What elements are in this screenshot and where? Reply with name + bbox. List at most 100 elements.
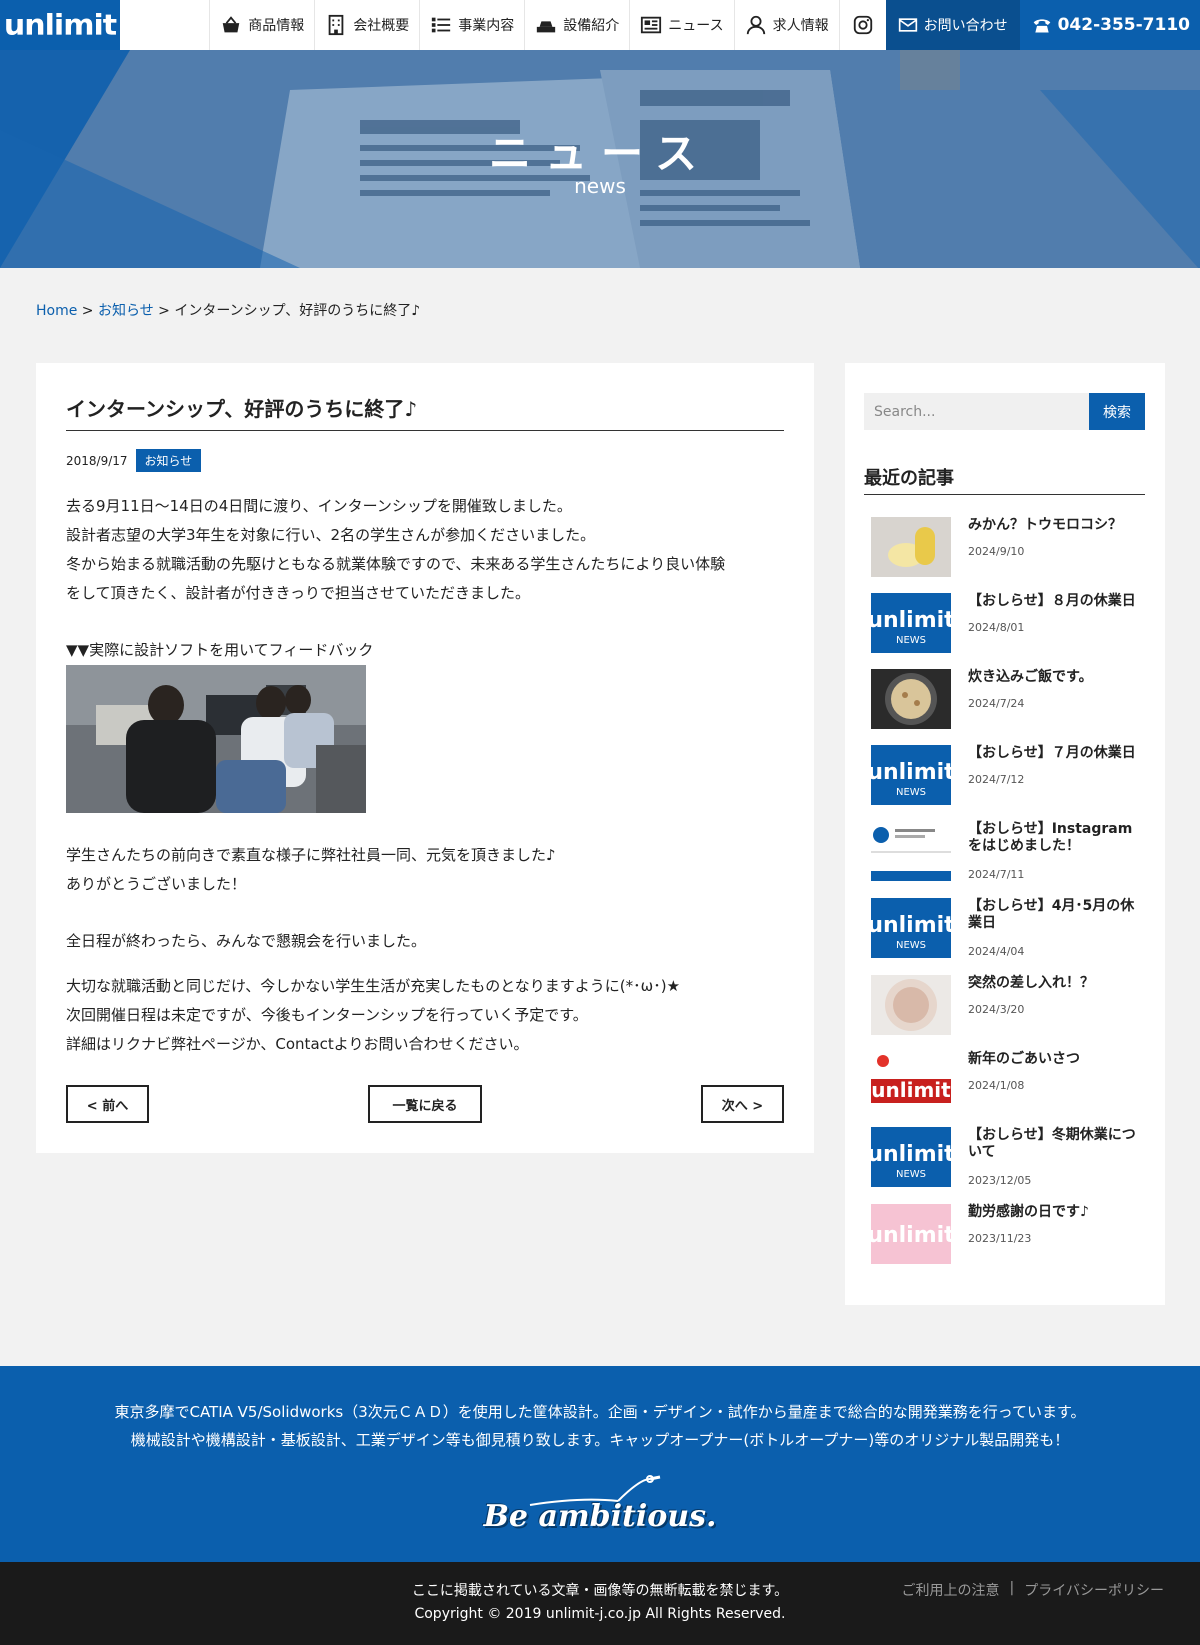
breadcrumb: Home > お知らせ > インターンシップ、好評のうちに終了♪ [36,300,420,320]
article-paragraph: ありがとうございました！ [66,875,247,893]
svg-text:unlimit: unlimit [871,913,951,938]
category-badge[interactable]: お知らせ [135,449,202,472]
internship-photo [66,665,366,813]
article-paragraph: ▼▼実際に設計ソフトを用いてフィードバック [66,641,374,659]
nav-products[interactable]: 商品情報 [209,0,314,50]
post-title[interactable]: 炊き込みご飯です。 [968,669,1143,686]
hero-subtitle: news [574,174,626,198]
recent-post-item[interactable]: unlimit 新年のごあいさつ 2024/1/08 [864,1051,1145,1127]
phone-link[interactable]: 042-355-7110 [1019,0,1200,50]
svg-text:NEWS: NEWS [896,940,926,951]
basket-icon [223,16,240,33]
site-footer: 東京多摩でCATIA V5/Solidworks（3次元ＣＡＤ）を使用した筐体設… [0,1366,1200,1562]
recent-post-item[interactable]: 【おしらせ】Instagramをはじめました！ 2024/7/11 [864,821,1145,898]
mail-icon [898,18,917,32]
post-title[interactable]: みかん？トウモロコシ？ [968,517,1143,534]
article-pagination: < 前へ 一覧に戻る 次へ > [66,1085,784,1123]
post-thumbnail[interactable]: unlimit NEWS [871,593,951,653]
recent-posts-list: みかん？トウモロコシ？ 2024/9/10 unlimit NEWS 【おしらせ】８月の… [864,517,1145,1280]
nav-label: ニュース [668,18,724,34]
article-paragraph: 全日程が終わったら、みんなで懇親会を行いました。 [66,932,427,950]
nav-equipment[interactable]: 設備紹介 [524,0,629,50]
recent-post-item[interactable]: 突然の差し入れ！？ 2024/3/20 [864,975,1145,1051]
search-input[interactable]: Search... [864,393,1089,430]
svg-text:NEWS: NEWS [896,1169,926,1180]
recent-post-item[interactable]: unlimit NEWS 【おしらせ】７月の休業日 2024/7/12 [864,745,1145,821]
recent-post-item[interactable]: unlimit NEWS 【おしらせ】冬期休業について 2023/12/05 [864,1127,1145,1204]
svg-text:unlimit: unlimit [871,608,951,633]
article-paragraph: 去る9月11日～14日の4日間に渡り、インターンシップを開催致しました。 [66,497,572,515]
building-icon [328,14,344,36]
person-icon [746,15,765,35]
breadcrumb-separator: > [81,303,94,319]
terms-link[interactable]: ご利用上の注意 [902,1580,1000,1600]
post-thumbnail[interactable]: unlimit NEWS [871,745,951,805]
post-thumbnail[interactable] [871,975,951,1035]
article-paragraph: 詳細はリクナビ弊社ページか、Contactよりお問い合わせください。 [66,1035,529,1053]
site-logo[interactable]: unlimit [0,0,120,50]
post-thumbnail[interactable] [871,821,951,881]
post-date: 2024/7/24 [968,697,1025,710]
privacy-link[interactable]: プライバシーポリシー [1024,1580,1164,1600]
instagram-link[interactable] [838,0,886,50]
footer-bottom: ここに掲載されている文章・画像等の無断転載を禁じます。 Copyright © … [0,1562,1200,1645]
nav-label: 会社概要 [353,18,410,34]
svg-text:unlimit: unlimit [871,1223,951,1248]
breadcrumb-home[interactable]: Home [36,303,77,319]
next-button[interactable]: 次へ > [701,1085,784,1123]
nav-company[interactable]: 会社概要 [314,0,419,50]
post-date: 2023/12/05 [968,1174,1032,1187]
contact-button[interactable]: お問い合わせ [885,0,1020,50]
post-date: 2024/9/10 [968,545,1025,558]
recent-post-item[interactable]: unlimit NEWS 【おしらせ】８月の休業日 2024/8/01 [864,593,1145,669]
hero-title: ニュース [489,129,711,178]
post-title[interactable]: 【おしらせ】冬期休業について [968,1127,1143,1161]
nav-business[interactable]: 事業内容 [419,0,524,50]
article-paragraph: 冬から始まる就職活動の先駆けともなる就業体験ですので、未来ある学生さんたちにより… [66,555,726,573]
post-thumbnail[interactable] [871,669,951,729]
nav-label: 設備紹介 [563,18,620,34]
post-title[interactable]: 【おしらせ】Instagramをはじめました！ [968,821,1143,855]
svg-text:unlimit: unlimit [871,760,951,785]
recent-posts-title: 最近の記事 [864,464,1145,495]
post-title[interactable]: 【おしらせ】７月の休業日 [968,745,1143,762]
nav-label: 商品情報 [248,18,305,34]
post-title[interactable]: 新年のごあいさつ [968,1051,1143,1068]
footer-links: ご利用上の注意 | プライバシーポリシー [902,1580,1164,1600]
article-paragraph: 学生さんたちの前向きで素直な様子に弊社社員一同、元気を頂きました♪ [66,846,556,864]
article-paragraph: をして頂きたく、設計者が付ききっりで担当させていただきました。 [66,584,530,602]
breadcrumb-category[interactable]: お知らせ [98,303,154,319]
phone-icon [1033,19,1050,33]
search-form: Search... 検索 [864,393,1145,430]
recent-post-item[interactable]: unlimit 勤労感謝の日です♪ 2023/11/23 [864,1204,1145,1280]
post-thumbnail[interactable]: unlimit NEWS [871,1127,951,1187]
list-icon [432,17,451,33]
nav-news[interactable]: ニュース [629,0,733,50]
site-header: unlimit 商品情報 会社概要 事業内容 設備紹介 ニュース 求人情報 お問… [0,0,1200,50]
svg-text:NEWS: NEWS [896,635,926,646]
machine-icon [537,21,556,33]
post-date: 2024/1/08 [968,1079,1025,1092]
post-title[interactable]: 【おしらせ】4月･5月の休業日 [968,898,1143,932]
breadcrumb-separator: > [158,303,170,319]
footer-slogan: Be ambitious. [483,1499,717,1534]
post-title[interactable]: 勤労感謝の日です♪ [968,1204,1143,1221]
post-title[interactable]: 【おしらせ】８月の休業日 [968,593,1143,610]
recent-post-item[interactable]: みかん？トウモロコシ？ 2024/9/10 [864,517,1145,593]
recent-post-item[interactable]: 炊き込みご飯です。 2024/7/24 [864,669,1145,745]
article-card: インターンシップ、好評のうちに終了♪ 2018/9/17 お知らせ 去る9月11… [36,363,814,1153]
hero-banner: ニュース news [0,50,1200,268]
footer-description: 東京多摩でCATIA V5/Solidworks（3次元ＣＡＤ）を使用した筐体設… [114,1403,1086,1421]
phone-number: 042-355-7110 [1057,15,1190,35]
post-thumbnail[interactable]: unlimit [871,1051,951,1111]
prev-button[interactable]: < 前へ [66,1085,149,1123]
recent-post-item[interactable]: unlimit NEWS 【おしらせ】4月･5月の休業日 2024/4/04 [864,898,1145,975]
back-to-list-button[interactable]: 一覧に戻る [368,1085,482,1123]
search-button[interactable]: 検索 [1089,393,1145,430]
nav-recruit[interactable]: 求人情報 [733,0,839,50]
post-thumbnail[interactable] [871,517,951,577]
copyright-text: Copyright © 2019 unlimit-j.co.jp All Rig… [414,1606,786,1622]
post-thumbnail[interactable]: unlimit NEWS [871,898,951,958]
post-title[interactable]: 突然の差し入れ！？ [968,975,1143,992]
post-thumbnail[interactable]: unlimit [871,1204,951,1264]
